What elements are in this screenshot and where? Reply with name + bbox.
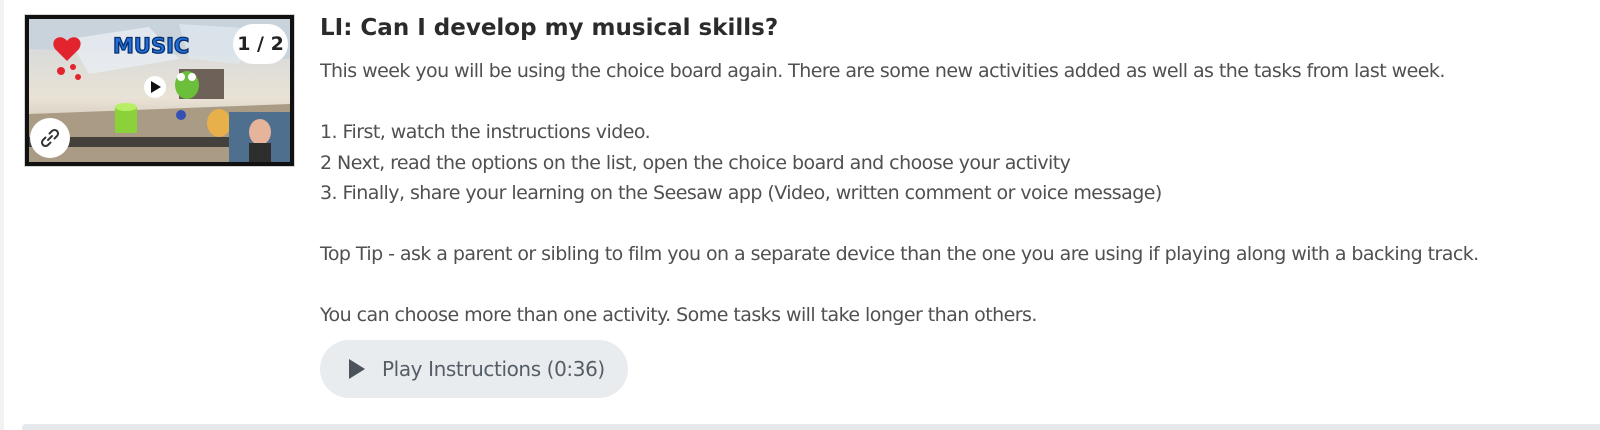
- step-line: 3. Finally, share your learning on the S…: [320, 182, 1162, 204]
- left-edge: [0, 0, 4, 430]
- play-instructions-button[interactable]: Play Instructions (0:36): [320, 340, 628, 398]
- play-icon: [349, 359, 365, 379]
- post-description: This week you will be using the choice b…: [320, 56, 1590, 331]
- description-line: This week you will be using the choice b…: [320, 60, 1445, 82]
- step-line: 1. First, watch the instructions video.: [320, 121, 651, 143]
- link-button[interactable]: [30, 118, 70, 158]
- tip-line: Top Tip - ask a parent or sibling to fil…: [320, 243, 1479, 265]
- thumbnail-word: MUSIC: [113, 34, 189, 58]
- description-line: You can choose more than one activity. S…: [320, 304, 1037, 326]
- link-icon: [40, 128, 60, 148]
- post-title: LI: Can I develop my musical skills?: [320, 15, 779, 41]
- next-post-edge: [22, 424, 1600, 430]
- step-line: 2 Next, read the options on the list, op…: [320, 151, 1071, 174]
- play-instructions-label: Play Instructions (0:36): [382, 357, 605, 381]
- slide-counter: 1 / 2: [233, 24, 288, 64]
